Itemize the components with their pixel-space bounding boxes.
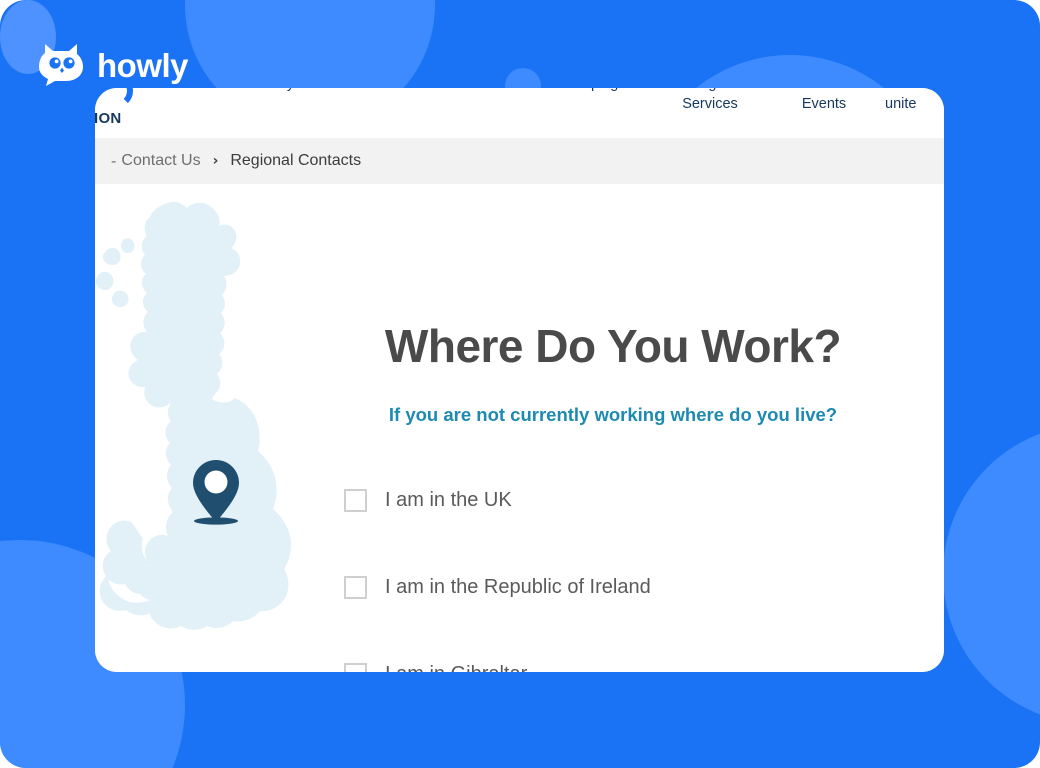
breadcrumb-link-contact-us[interactable]: Contact Us xyxy=(121,152,200,170)
checkbox-republic-of-ireland[interactable] xyxy=(344,575,367,599)
nav-item-news-events[interactable]: News & Events xyxy=(779,88,869,114)
decorative-circle-right xyxy=(943,424,1040,724)
page-content: Where Do You Work? If you are not curren… xyxy=(95,184,944,672)
option-republic-of-ireland[interactable]: I am in the Republic of Ireland xyxy=(344,571,651,603)
nav-item-who-we-are[interactable]: Who We Are xyxy=(346,88,436,94)
union-logo-text: ION xyxy=(95,110,122,127)
option-label-republic-of-ireland: I am in the Republic of Ireland xyxy=(385,575,651,598)
nav-item-legal-services[interactable]: Legal Services xyxy=(665,88,755,114)
checkbox-gibraltar[interactable] xyxy=(344,662,367,672)
location-options-group: I am in the UK I am in the Republic of I… xyxy=(344,484,651,672)
page-background: howly ION Why Join Who We Are What We Do… xyxy=(0,0,1040,768)
page-subtitle: If you are not currently working where d… xyxy=(388,404,838,425)
checkbox-uk[interactable] xyxy=(344,488,367,512)
uk-map-outline xyxy=(95,192,343,662)
option-gibraltar[interactable]: I am in Gibraltar xyxy=(344,658,651,672)
option-label-uk: I am in the UK xyxy=(385,488,512,511)
website-card: ION Why Join Who We Are What We Do Campa… xyxy=(95,88,944,672)
option-uk[interactable]: I am in the UK xyxy=(344,484,651,516)
nav-item-why-join[interactable]: Why Join xyxy=(250,88,340,94)
brand-name: howly xyxy=(97,47,189,84)
nav-item-unite[interactable]: unite xyxy=(885,94,944,114)
nav-item-campaigns[interactable]: Campaigns xyxy=(552,88,642,94)
breadcrumb-leading-dash: - xyxy=(111,152,117,170)
nav-item-what-we-do[interactable]: What We Do xyxy=(445,88,535,94)
breadcrumb-current-page: Regional Contacts xyxy=(230,152,362,169)
breadcrumb: - Contact Us › Regional Contacts xyxy=(95,138,944,184)
page-title: Where Do You Work? xyxy=(384,320,842,372)
map-pin-icon xyxy=(187,456,245,528)
site-navigation-bar: ION Why Join Who We Are What We Do Campa… xyxy=(95,88,944,138)
union-logo-mark xyxy=(99,88,133,108)
option-label-gibraltar: I am in Gibraltar xyxy=(385,663,527,673)
howly-brand: howly xyxy=(38,42,189,90)
chevron-right-icon: › xyxy=(212,153,219,169)
owl-speech-bubble-icon xyxy=(38,42,84,90)
